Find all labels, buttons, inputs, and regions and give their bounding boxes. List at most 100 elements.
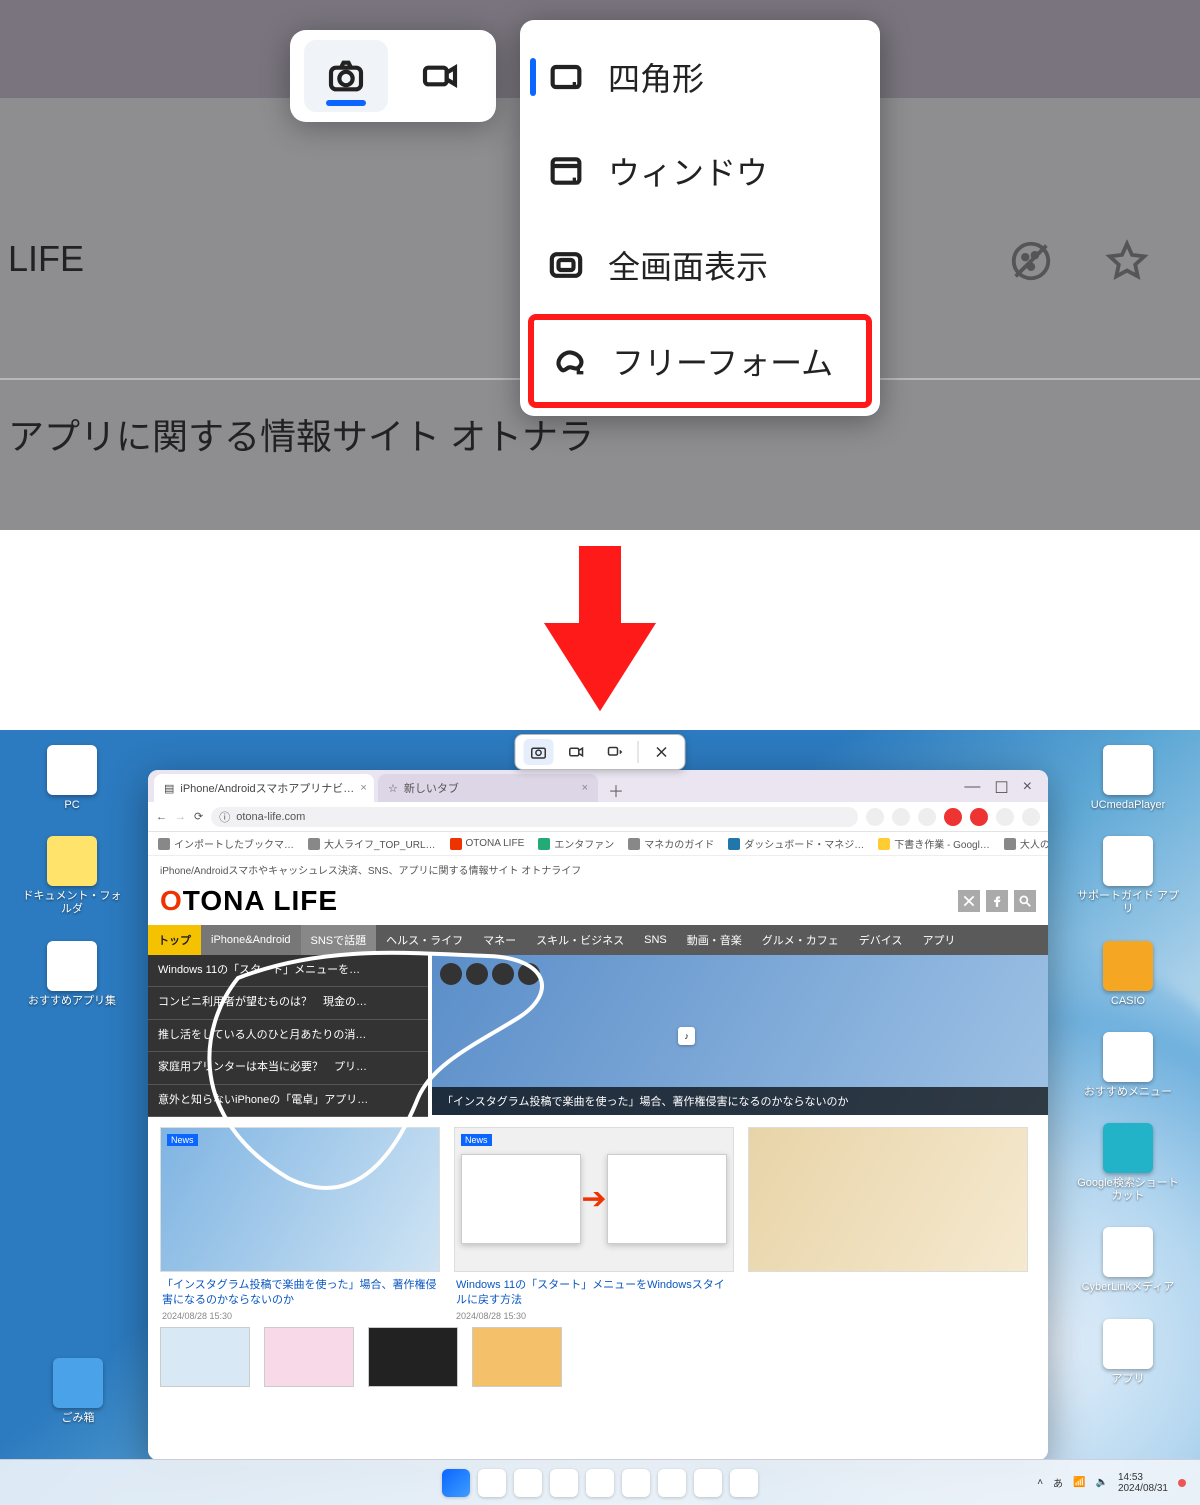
snip-shape-label: ウィンドウ: [608, 148, 768, 194]
article-cards: News 「インスタグラム投稿で楽曲を使った」場合、著作権侵害になるのかならない…: [148, 1117, 1048, 1321]
extension-icon[interactable]: [944, 808, 962, 826]
thumbnail[interactable]: [160, 1327, 250, 1387]
taskbar-app-icon[interactable]: [550, 1469, 578, 1497]
snipping-shape-menu: 四角形 ウィンドウ 全画面表示 フリーフォーム: [520, 20, 880, 416]
header-facebook-icon[interactable]: [986, 890, 1008, 912]
tray-notification-icon[interactable]: [1178, 1479, 1186, 1487]
nav-item[interactable]: SNS: [634, 925, 677, 955]
tray-ime-icon[interactable]: あ: [1053, 1475, 1063, 1490]
browser-tab[interactable]: ☆ 新しいタブ ×: [378, 774, 598, 802]
system-tray[interactable]: ˄ あ 📶 🔈 14:53 2024/08/31: [1037, 1472, 1186, 1494]
window-minimize-icon[interactable]: —: [964, 778, 980, 798]
bookmark[interactable]: ダッシュボード・マネジ…: [728, 836, 864, 851]
thumbnail[interactable]: [264, 1327, 354, 1387]
desktop-icon[interactable]: アプリ: [1076, 1319, 1180, 1386]
article-card[interactable]: ➔ News Windows 11の「スタート」メニューをWindowsスタイル…: [454, 1127, 734, 1321]
browser-tab[interactable]: ▤ iPhone/Androidスマホアプリナビ… ×: [154, 774, 374, 802]
tray-network-icon[interactable]: 📶: [1073, 1477, 1085, 1488]
recycle-bin[interactable]: ごみ箱: [26, 1358, 130, 1425]
bookmark[interactable]: インポートしたブックマ…: [158, 836, 294, 851]
snip-shape-fullscreen[interactable]: 全画面表示: [524, 218, 876, 312]
desktop-icon[interactable]: サポートガイド アプリ: [1076, 836, 1180, 916]
mini-snip-mode-dropdown[interactable]: [600, 739, 630, 765]
extension-icon[interactable]: [866, 808, 884, 826]
tray-volume-icon[interactable]: 🔈: [1095, 1477, 1107, 1488]
extension-icon[interactable]: [918, 808, 936, 826]
desktop-icons-left: PC ドキュメント・フォルダ おすすめアプリ集: [20, 745, 124, 1008]
bookmark[interactable]: 下書き作業 - Googl…: [878, 836, 990, 851]
extension-icon[interactable]: [892, 808, 910, 826]
bookmark[interactable]: OTONA LIFE: [450, 838, 525, 850]
taskbar-app-icon[interactable]: [586, 1469, 614, 1497]
nav-back-icon[interactable]: ←: [156, 811, 167, 823]
desktop-icon[interactable]: PC: [20, 745, 124, 812]
site-logo[interactable]: OTONA LIFE: [160, 885, 338, 917]
taskbar-app-icon[interactable]: [730, 1469, 758, 1497]
headline-item[interactable]: 家庭用プリンターは本当に必要？ プリ…: [148, 1052, 428, 1084]
nav-item[interactable]: デバイス: [849, 925, 913, 955]
mini-snip-close-button[interactable]: [647, 739, 677, 765]
taskbar-app-icon[interactable]: [658, 1469, 686, 1497]
mini-snip-video-button[interactable]: [562, 739, 592, 765]
nav-item[interactable]: トップ: [148, 925, 201, 955]
snip-shape-rectangle[interactable]: 四角形: [524, 30, 876, 124]
tab-close-icon[interactable]: ×: [360, 782, 366, 794]
hero-image[interactable]: ♪ 「インスタグラム投稿で楽曲を使った」場合、著作権侵害になるのかならないのか: [432, 955, 1048, 1115]
desktop-icon[interactable]: おすすめメニュー: [1076, 1032, 1180, 1099]
desktop-icon[interactable]: ドキュメント・フォルダ: [20, 836, 124, 916]
snip-shape-window[interactable]: ウィンドウ: [524, 124, 876, 218]
snip-mode-photo-button[interactable]: [304, 40, 388, 112]
nav-item[interactable]: グルメ・カフェ: [752, 925, 849, 955]
desktop-icons-right: UCmedaPlayer サポートガイド アプリ CASIO おすすめメニュー …: [1076, 745, 1180, 1386]
headline-item[interactable]: 意外と知らないiPhoneの「電卓」アプリ…: [148, 1085, 428, 1117]
hero-caption: 「インスタグラム投稿で楽曲を使った」場合、著作権侵害になるのかならないのか: [432, 1087, 1048, 1115]
taskbar-app-icon[interactable]: [694, 1469, 722, 1497]
window-maximize-icon[interactable]: ☐: [994, 778, 1008, 798]
nav-item[interactable]: 動画・音楽: [677, 925, 752, 955]
menu-icon[interactable]: [1022, 808, 1040, 826]
nav-reload-icon[interactable]: ⟳: [194, 810, 203, 823]
taskbar-search-icon[interactable]: [478, 1469, 506, 1497]
desktop-icon[interactable]: UCmedaPlayer: [1076, 745, 1180, 812]
cookie-blocked-icon[interactable]: [1008, 238, 1054, 289]
bookmark[interactable]: 大人ライフ_TOP_URL…: [308, 836, 436, 851]
article-card[interactable]: News 「インスタグラム投稿で楽曲を使った」場合、著作権侵害になるのかならない…: [160, 1127, 440, 1321]
bookmark[interactable]: 大人のビジネスナビ…: [1004, 836, 1048, 851]
desktop-icon[interactable]: CASIO: [1076, 941, 1180, 1008]
nav-item[interactable]: スキル・ビジネス: [526, 925, 634, 955]
new-tab-button[interactable]: ＋: [608, 778, 624, 802]
desktop-icon[interactable]: おすすめアプリ集: [20, 941, 124, 1008]
header-x-icon[interactable]: [958, 890, 980, 912]
headline-item[interactable]: コンビニ利用者が望むものは？ 現金の…: [148, 987, 428, 1019]
mini-snip-photo-button[interactable]: [524, 739, 554, 765]
bookmark[interactable]: エンタファン: [538, 836, 614, 851]
desktop-icon[interactable]: Google検索ショートカット: [1076, 1123, 1180, 1203]
headline-item[interactable]: Windows 11の「スタート」メニューを…: [148, 955, 428, 987]
omnibox[interactable]: ⓘ otona-life.com: [211, 807, 858, 827]
extension-icon[interactable]: [970, 808, 988, 826]
headline-item[interactable]: 推し活をしている人のひと月あたりの消…: [148, 1020, 428, 1052]
nav-item[interactable]: ヘルス・ライフ: [376, 925, 473, 955]
thumbnail[interactable]: [368, 1327, 458, 1387]
nav-item[interactable]: マネー: [473, 925, 526, 955]
article-card[interactable]: [748, 1127, 1028, 1321]
window-close-icon[interactable]: ×: [1023, 778, 1032, 798]
desktop-screenshot-panel: PC ドキュメント・フォルダ おすすめアプリ集 UCmedaPlayer サポー…: [0, 730, 1200, 1505]
profile-icon[interactable]: [996, 808, 1014, 826]
thumbnail[interactable]: [472, 1327, 562, 1387]
nav-item[interactable]: iPhone&Android: [201, 925, 301, 955]
bookmark[interactable]: マネカのガイド: [628, 836, 714, 851]
start-button[interactable]: [442, 1469, 470, 1497]
desktop-icon[interactable]: CyberLinkメディア: [1076, 1227, 1180, 1294]
tab-close-icon[interactable]: ×: [582, 782, 588, 794]
nav-forward-icon[interactable]: →: [175, 811, 186, 823]
snip-shape-freeform[interactable]: フリーフォーム: [528, 314, 872, 408]
taskbar-taskview-icon[interactable]: [514, 1469, 542, 1497]
snip-mode-video-button[interactable]: [398, 40, 482, 112]
header-search-icon[interactable]: [1014, 890, 1036, 912]
taskbar-app-icon[interactable]: [622, 1469, 650, 1497]
nav-item[interactable]: SNSで話題: [301, 925, 377, 955]
nav-item[interactable]: アプリ: [912, 925, 965, 955]
star-icon[interactable]: [1104, 238, 1150, 289]
tray-chevron-icon[interactable]: ˄: [1037, 1477, 1043, 1488]
